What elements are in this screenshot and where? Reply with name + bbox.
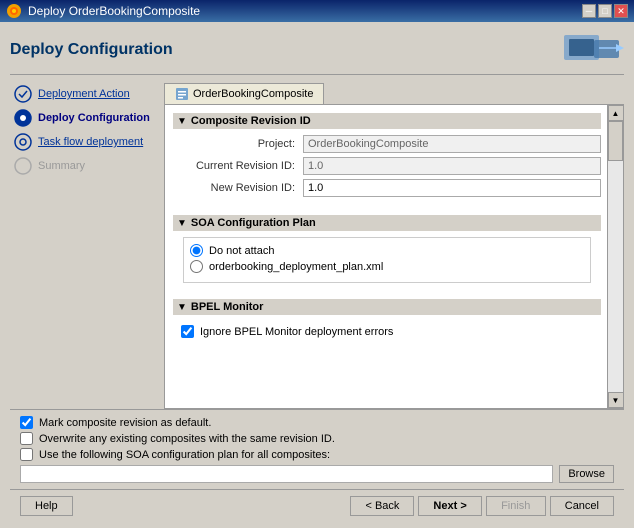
right-content: OrderBookingComposite ▼ Composite Revisi… — [164, 83, 624, 409]
radio-do-not-attach-input[interactable] — [190, 244, 203, 257]
overwrite-label: Overwrite any existing composites with t… — [39, 433, 335, 445]
project-row: Project: — [173, 135, 601, 153]
title-bar-text: Deploy OrderBookingComposite — [28, 4, 200, 18]
title-bar-left: Deploy OrderBookingComposite — [6, 3, 200, 19]
new-revision-input[interactable] — [303, 179, 601, 197]
nav-item-summary: Summary — [10, 155, 158, 177]
bottom-input-row: Browse — [20, 465, 614, 483]
title-bar: Deploy OrderBookingComposite ─ □ ✕ — [0, 0, 634, 22]
mark-default-checkbox[interactable] — [20, 416, 33, 429]
title-bar-buttons[interactable]: ─ □ ✕ — [582, 4, 628, 18]
current-revision-label: Current Revision ID: — [183, 160, 303, 172]
page-title-bar: Deploy Configuration — [10, 30, 624, 75]
left-nav: Deployment Action Deploy Configuration T… — [10, 83, 158, 409]
radio-do-not-attach: Do not attach — [190, 244, 584, 257]
step4-icon — [14, 157, 32, 175]
bpel-checkbox-row: Ignore BPEL Monitor deployment errors — [181, 325, 593, 338]
current-revision-row: Current Revision ID: — [173, 157, 601, 175]
bottom-row-mark-default: Mark composite revision as default. — [20, 416, 614, 429]
overwrite-checkbox[interactable] — [20, 432, 33, 445]
bpel-ignore-checkbox[interactable] — [181, 325, 194, 338]
cancel-button[interactable]: Cancel — [550, 496, 614, 516]
nav-item-deploy-configuration: Deploy Configuration — [10, 107, 158, 129]
app-icon — [6, 3, 22, 19]
maximize-button[interactable]: □ — [598, 4, 612, 18]
page-title: Deploy Configuration — [10, 41, 173, 59]
window-content: Deploy Configuration Deployment Action — [0, 22, 634, 528]
tab-icon — [175, 87, 189, 101]
nav-label-deploy-configuration: Deploy Configuration — [38, 112, 150, 124]
finish-button[interactable]: Finish — [486, 496, 546, 516]
radio-do-not-attach-label: Do not attach — [209, 245, 274, 257]
collapse-icon-composite[interactable]: ▼ — [177, 116, 187, 127]
project-label: Project: — [183, 138, 303, 150]
mark-default-label: Mark composite revision as default. — [39, 417, 211, 429]
bottom-row-overwrite: Overwrite any existing composites with t… — [20, 432, 614, 445]
bpel-ignore-label: Ignore BPEL Monitor deployment errors — [200, 326, 393, 338]
scroll-thumb[interactable] — [608, 121, 623, 161]
step1-icon — [14, 85, 32, 103]
browse-button[interactable]: Browse — [559, 465, 614, 483]
nav-item-deployment-action[interactable]: Deployment Action — [10, 83, 158, 105]
soa-plan-path-input[interactable] — [20, 465, 553, 483]
close-button[interactable]: ✕ — [614, 4, 628, 18]
radio-deployment-plan: orderbooking_deployment_plan.xml — [190, 260, 584, 273]
nav-label-deployment-action: Deployment Action — [38, 88, 130, 100]
main-panel: ▼ Composite Revision ID Project: Current… — [164, 104, 624, 409]
deploy-icon — [564, 30, 624, 70]
section-bpel-title: BPEL Monitor — [191, 301, 264, 313]
section-composite-title: Composite Revision ID — [191, 115, 311, 127]
radio-deployment-plan-input[interactable] — [190, 260, 203, 273]
new-revision-label: New Revision ID: — [183, 182, 303, 194]
next-button[interactable]: Next > — [418, 496, 481, 516]
back-button[interactable]: < Back — [350, 496, 414, 516]
collapse-icon-soa[interactable]: ▼ — [177, 218, 187, 229]
section-soa-title: SOA Configuration Plan — [191, 217, 316, 229]
tab-label: OrderBookingComposite — [193, 88, 313, 100]
tab-bar: OrderBookingComposite — [164, 83, 624, 104]
nav-label-summary: Summary — [38, 160, 85, 172]
scroll-down-arrow[interactable]: ▼ — [608, 392, 624, 408]
current-revision-input[interactable] — [303, 157, 601, 175]
bottom-checkboxes: Mark composite revision as default. Over… — [10, 409, 624, 489]
main-area: Deployment Action Deploy Configuration T… — [10, 83, 624, 409]
step3-icon — [14, 133, 32, 151]
help-button[interactable]: Help — [20, 496, 73, 516]
new-revision-row: New Revision ID: — [173, 179, 601, 197]
bpel-checkbox-section: Ignore BPEL Monitor deployment errors — [173, 321, 601, 345]
footer-left: Help — [20, 496, 73, 516]
soa-plan-checkbox[interactable] — [20, 448, 33, 461]
tab-orderbookingcomposite[interactable]: OrderBookingComposite — [164, 83, 324, 104]
scroll-track[interactable] — [608, 121, 623, 392]
nav-item-task-flow[interactable]: Task flow deployment — [10, 131, 158, 153]
minimize-button[interactable]: ─ — [582, 4, 596, 18]
radio-group-soa: Do not attach orderbooking_deployment_pl… — [183, 237, 591, 283]
section-bpel: ▼ BPEL Monitor — [173, 299, 601, 315]
soa-plan-label: Use the following SOA configuration plan… — [39, 449, 330, 461]
project-input[interactable] — [303, 135, 601, 153]
footer-right: < Back Next > Finish Cancel — [350, 496, 614, 516]
section-composite-revision: ▼ Composite Revision ID — [173, 113, 601, 129]
footer: Help < Back Next > Finish Cancel — [10, 489, 624, 520]
radio-deployment-plan-label: orderbooking_deployment_plan.xml — [209, 261, 383, 273]
nav-label-task-flow: Task flow deployment — [38, 136, 143, 148]
section-soa-config: ▼ SOA Configuration Plan — [173, 215, 601, 231]
panel-inner[interactable]: ▼ Composite Revision ID Project: Current… — [165, 105, 623, 408]
step2-icon — [14, 109, 32, 127]
collapse-icon-bpel[interactable]: ▼ — [177, 302, 187, 313]
bottom-row-soa-plan: Use the following SOA configuration plan… — [20, 448, 614, 461]
scroll-up-arrow[interactable]: ▲ — [608, 105, 624, 121]
panel-scrollbar[interactable]: ▲ ▼ — [607, 105, 623, 408]
